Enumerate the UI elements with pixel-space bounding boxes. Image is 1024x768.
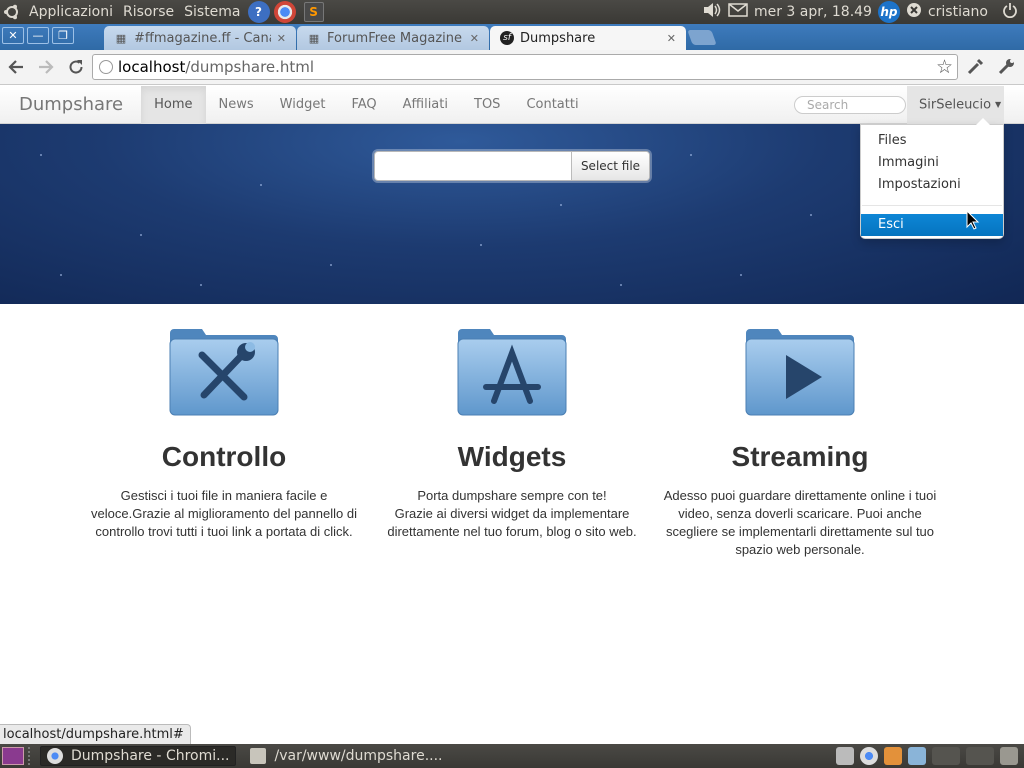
feature-title: Widgets: [457, 441, 567, 472]
os-bottom-panel: Dumpshare - Chromi... /var/www/dumpshare…: [0, 744, 1024, 768]
browser-tabstrip: ✕ — ❐ ▦ #ffmagazine.ff - Canale ✕ ▦ Foru…: [0, 24, 1024, 50]
feature-description: Porta dumpshare sempre con te! Grazie ai…: [387, 488, 637, 539]
site-navbar: Dumpshare Home News Widget FAQ Affiliati…: [0, 85, 1024, 124]
feature-description: Gestisci i tuoi file in maniera facile e…: [91, 488, 357, 539]
forward-arrow-icon[interactable]: [32, 53, 60, 81]
globe-icon: [99, 60, 113, 74]
window-maximize-icon[interactable]: ❐: [52, 27, 74, 44]
tab-forumfree[interactable]: ▦ ForumFree Magazine - S ✕: [297, 26, 489, 50]
trash-icon[interactable]: [836, 747, 854, 765]
workspace-1-icon[interactable]: [932, 747, 960, 765]
chromium-tray-icon[interactable]: [860, 747, 878, 765]
user-dropdown-menu: Files Immagini Impostazioni Esci: [860, 118, 1004, 239]
wrench-icon[interactable]: [997, 56, 1017, 81]
menu-item-files[interactable]: Files: [861, 130, 1003, 152]
nav-faq[interactable]: FAQ: [338, 86, 389, 124]
url-path: /dumpshare.html: [185, 58, 315, 76]
link-status-bubble: localhost/dumpshare.html#: [0, 724, 191, 744]
address-bar[interactable]: localhost/dumpshare.html ☆: [92, 54, 958, 80]
trash-bin-icon[interactable]: [1000, 747, 1018, 765]
video-folder-icon: [745, 329, 855, 416]
file-upload: Select file: [374, 151, 650, 181]
task-terminal[interactable]: /var/www/dumpshare....: [244, 746, 448, 766]
window-close-icon[interactable]: ✕: [2, 27, 24, 44]
tab-title: ForumFree Magazine - S: [327, 30, 464, 46]
caret-down-icon: ▼: [995, 100, 1002, 109]
feature-description: Adesso puoi guardare direttamente online…: [663, 488, 937, 557]
mail-icon[interactable]: [728, 3, 748, 21]
show-desktop-icon[interactable]: [2, 747, 24, 765]
tab-title: Dumpshare: [520, 30, 596, 46]
page-icon: ▦: [115, 31, 127, 45]
reload-icon[interactable]: [62, 53, 90, 81]
hp-icon[interactable]: hp: [877, 1, 900, 23]
apps-folder-icon: [457, 329, 567, 416]
chromium-launcher-icon[interactable]: [273, 1, 296, 23]
nav-news[interactable]: News: [206, 86, 267, 124]
feature-widgets: Widgets Porta dumpshare sempre con te! G…: [372, 325, 652, 541]
file-path-field[interactable]: [375, 152, 571, 180]
window-minimize-icon[interactable]: —: [27, 27, 49, 44]
help-icon[interactable]: ?: [247, 1, 270, 23]
feature-streaming: Streaming Adesso puoi guardare direttame…: [660, 325, 940, 559]
tab-close-icon[interactable]: ✕: [277, 32, 286, 45]
task-label: /var/www/dumpshare....: [274, 748, 443, 764]
chromium-icon: [47, 748, 63, 764]
menu-item-impostazioni[interactable]: Impostazioni: [861, 174, 1003, 196]
speaker-icon[interactable]: [702, 2, 722, 22]
menu-item-esci[interactable]: Esci: [861, 214, 1003, 236]
os-top-panel: Applicazioni Risorse Sistema ? S mer 3 a…: [0, 0, 1024, 24]
tab-close-icon[interactable]: ✕: [470, 32, 479, 45]
user-status-icon[interactable]: [906, 2, 922, 22]
file-manager-icon: [250, 748, 267, 764]
tab-ffmagazine[interactable]: ▦ #ffmagazine.ff - Canale ✕: [104, 26, 296, 50]
nav-affiliati[interactable]: Affiliati: [390, 86, 461, 124]
menu-risorse[interactable]: Risorse: [118, 0, 179, 24]
url-host: localhost: [118, 58, 186, 76]
bookmark-star-icon[interactable]: ☆: [936, 56, 953, 78]
browser-toolbar: localhost/dumpshare.html ☆: [0, 50, 1024, 85]
clock[interactable]: mer 3 apr, 18.49: [754, 4, 872, 20]
sublime-launcher-icon[interactable]: S: [303, 2, 324, 22]
select-file-button[interactable]: Select file: [571, 152, 649, 180]
site-brand[interactable]: Dumpshare: [0, 94, 141, 115]
username: SirSeleucio: [919, 97, 992, 113]
eyedropper-icon[interactable]: [966, 56, 986, 81]
task-label: Dumpshare - Chromi...: [71, 748, 230, 764]
power-icon[interactable]: [1002, 2, 1018, 22]
system-tray: [836, 747, 1018, 765]
back-arrow-icon[interactable]: [2, 53, 30, 81]
workspace-2-icon[interactable]: [966, 747, 994, 765]
nav-contatti[interactable]: Contatti: [513, 86, 591, 124]
menu-sistema[interactable]: Sistema: [179, 0, 245, 24]
feature-controllo: Controllo Gestisci i tuoi file in manier…: [84, 325, 364, 541]
symfony-icon: sf: [500, 31, 514, 45]
chrome-window-icon[interactable]: [908, 747, 926, 765]
ubuntu-logo-icon[interactable]: [0, 0, 24, 24]
nav-widget[interactable]: Widget: [267, 86, 339, 124]
folder-icon[interactable]: [884, 747, 902, 765]
feature-title: Streaming: [731, 441, 869, 472]
page-icon: ▦: [308, 31, 320, 45]
tab-title: #ffmagazine.ff - Canale: [134, 30, 271, 46]
feature-title: Controllo: [161, 441, 287, 472]
task-chromium[interactable]: Dumpshare - Chromi...: [40, 746, 237, 766]
new-tab-button[interactable]: [687, 30, 717, 45]
nav-tos[interactable]: TOS: [461, 86, 513, 124]
separator-handle[interactable]: [28, 747, 36, 765]
menu-divider: [862, 205, 1002, 206]
nav-home[interactable]: Home: [141, 85, 206, 124]
search-input[interactable]: Search: [794, 96, 906, 114]
mouse-cursor-icon: [966, 210, 980, 230]
tab-dumpshare[interactable]: sf Dumpshare ✕: [490, 26, 686, 50]
tab-close-icon[interactable]: ✕: [667, 32, 676, 45]
tools-folder-icon: [169, 329, 279, 416]
menu-applicazioni[interactable]: Applicazioni: [24, 0, 118, 24]
session-user[interactable]: cristiano: [928, 4, 988, 20]
menu-item-immagini[interactable]: Immagini: [861, 152, 1003, 174]
